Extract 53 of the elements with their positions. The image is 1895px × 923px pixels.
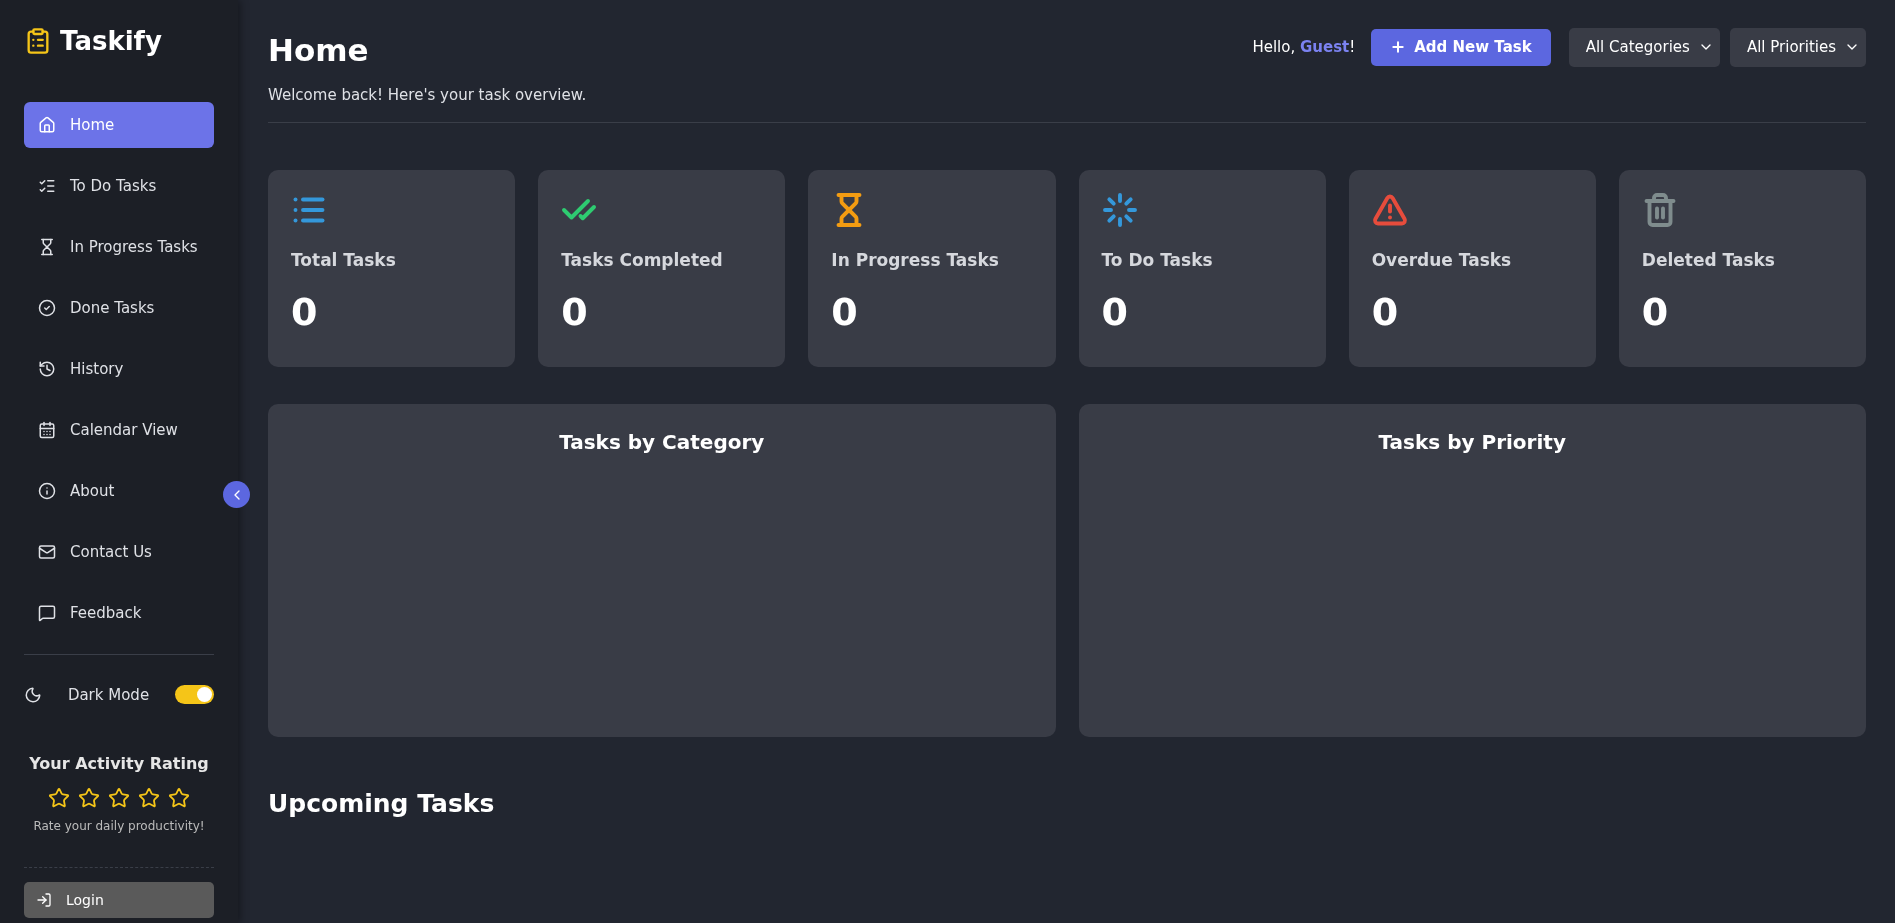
checklist-icon [38, 177, 56, 195]
star-icon[interactable] [108, 787, 130, 809]
filter-dropdown[interactable]: All Priorities [1729, 27, 1866, 67]
calendar-icon [38, 421, 56, 439]
add-task-button[interactable]: Add New Task [1371, 28, 1551, 66]
rating-caption: Rate your daily productivity! [32, 819, 206, 833]
stat-label: To Do Tasks [1101, 250, 1214, 270]
stat-label: Tasks Completed [561, 250, 724, 270]
stat-label: Deleted Tasks [1641, 250, 1776, 270]
dark-mode-label: Dark Mode [67, 685, 150, 704]
nav-item[interactable]: Calendar View [24, 407, 214, 453]
nav-item[interactable]: About [24, 468, 214, 514]
login-button[interactable]: Login [24, 882, 214, 918]
stat-value: 0 [291, 290, 319, 334]
hourglass-icon [38, 238, 56, 256]
stat-label: Overdue Tasks [1371, 250, 1513, 270]
nav-item[interactable]: In Progress Tasks [24, 224, 214, 270]
chat-icon [38, 604, 56, 622]
stat-label: Total Tasks [291, 250, 397, 270]
page-title: Home [268, 32, 370, 68]
filter-dropdown[interactable]: All Categories [1568, 27, 1720, 67]
stat-value: 0 [831, 290, 859, 334]
nav-item[interactable]: Feedback [24, 590, 214, 636]
rating-title: Your Activity Rating [28, 754, 210, 773]
star-icon[interactable] [138, 787, 160, 809]
mail-icon [38, 543, 56, 561]
check-icon [38, 299, 56, 317]
greeting-text: Hello, Guest! [1252, 38, 1356, 56]
stat-value: 0 [1641, 290, 1670, 334]
stat-value: 0 [561, 290, 589, 334]
chart-title: Tasks by Category [558, 430, 766, 454]
home-icon [38, 116, 56, 134]
nav-item[interactable]: History [24, 346, 214, 392]
brand-name: Taskify [60, 26, 162, 56]
chart-title: Tasks by Priority [1377, 430, 1567, 454]
collapse-button[interactable] [223, 481, 250, 508]
star-icon[interactable] [48, 787, 70, 809]
stat-label: In Progress Tasks [831, 250, 1000, 270]
nav-item[interactable]: Done Tasks [24, 285, 214, 331]
login-icon [36, 892, 52, 908]
nav-item[interactable]: Contact Us [24, 529, 214, 575]
history-icon [38, 360, 56, 378]
nav-item[interactable]: To Do Tasks [24, 163, 214, 209]
page-subtitle: Welcome back! Here's your task overview. [268, 86, 587, 104]
section-heading: Upcoming Tasks [268, 789, 496, 818]
moon-icon [24, 685, 42, 704]
stat-value: 0 [1371, 290, 1400, 334]
nav-item[interactable]: Home [24, 102, 214, 148]
star-icon[interactable] [168, 787, 190, 809]
star-icon[interactable] [78, 787, 100, 809]
info-icon [38, 482, 56, 500]
stat-value: 0 [1101, 290, 1129, 334]
dark-mode-toggle[interactable] [175, 685, 214, 704]
